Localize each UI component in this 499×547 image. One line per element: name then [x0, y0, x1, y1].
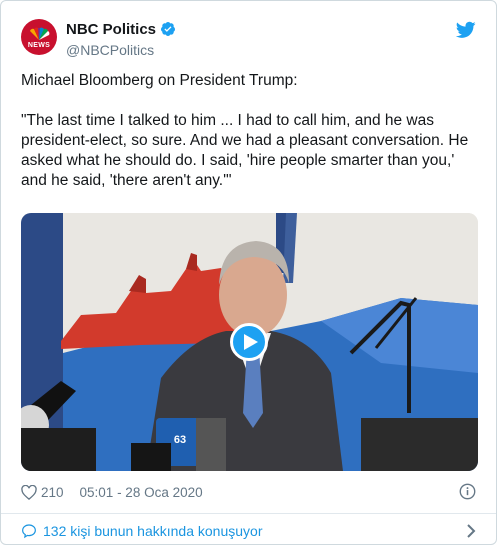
- author-handle[interactable]: @NBCPolitics: [66, 42, 176, 58]
- tweet-card: NEWS NBC Politics @NBCPolitics Michael B…: [0, 0, 497, 545]
- nbc-peacock-icon: [30, 27, 50, 40]
- conversation-link[interactable]: 132 kişi bunun hakkında konuşuyor: [21, 521, 476, 541]
- author-display-name[interactable]: NBC Politics: [66, 21, 156, 38]
- tweet-text: Michael Bloomberg on President Trump: "T…: [21, 72, 469, 189]
- conversation-label: 132 kişi bunun hakkında konuşuyor: [43, 523, 263, 539]
- play-icon: [243, 334, 258, 350]
- chevron-right-icon: [467, 524, 476, 538]
- video-player[interactable]: [21, 213, 478, 471]
- like-count[interactable]: 210: [41, 485, 64, 500]
- verified-badge-icon: [161, 22, 176, 36]
- heart-icon[interactable]: [21, 484, 37, 500]
- tweet-meta: 210 05:01 - 28 Oca 2020: [21, 483, 476, 501]
- avatar[interactable]: NEWS: [21, 19, 57, 55]
- divider: [1, 513, 496, 514]
- tweet-header: NEWS NBC Politics @NBCPolitics: [21, 17, 476, 61]
- play-button[interactable]: [230, 323, 268, 361]
- twitter-bird-icon[interactable]: [456, 21, 476, 39]
- info-icon[interactable]: [459, 483, 476, 500]
- mic-flag-label: 63: [173, 434, 187, 446]
- author-block: NBC Politics @NBCPolitics: [66, 20, 176, 58]
- comment-bubble-icon: [22, 524, 36, 539]
- avatar-news-text: NEWS: [27, 42, 51, 49]
- tweet-timestamp[interactable]: 05:01 - 28 Oca 2020: [80, 485, 203, 500]
